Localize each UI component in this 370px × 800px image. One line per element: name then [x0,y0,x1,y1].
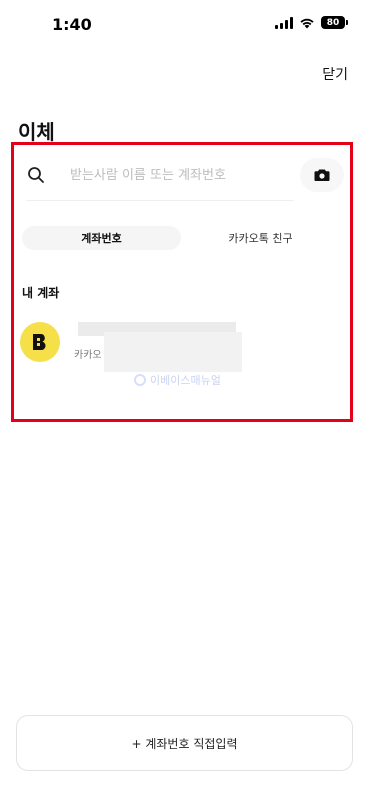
signal-icon [275,16,293,29]
avatar [20,322,60,362]
account-list-item[interactable]: 카카오 [20,318,340,372]
status-time: 1:40 [52,15,92,34]
account-bank-name: 카카오 [74,350,102,361]
watermark: 이베이스매뉴얼 [134,372,221,388]
camera-button[interactable] [300,158,344,192]
tab-account-number[interactable]: 계좌번호 [22,226,181,250]
battery-icon: 80 [321,16,348,29]
camera-icon [314,169,330,181]
status-icons: 80 [275,16,348,29]
watermark-text: 이베이스매뉴얼 [150,374,221,387]
status-bar: 1:40 80 [0,0,370,50]
redaction-mask [104,332,242,372]
my-accounts-label: 내 계좌 [22,286,60,300]
tab-kakaotalk-friends[interactable]: 카카오톡 친구 [181,226,340,250]
close-button[interactable]: 닫기 [322,64,348,84]
search-input[interactable] [70,164,280,186]
manual-account-input-button[interactable]: + 계좌번호 직접입력 [16,715,353,771]
bank-logo-icon [33,334,46,351]
search-underline [27,200,293,201]
wifi-icon [300,18,314,28]
search-icon [28,167,44,183]
tab-bar: 계좌번호 카카오톡 친구 [22,226,340,250]
watermark-logo-icon [134,374,146,386]
page-title: 이체 [18,120,55,144]
battery-level: 80 [321,16,345,29]
